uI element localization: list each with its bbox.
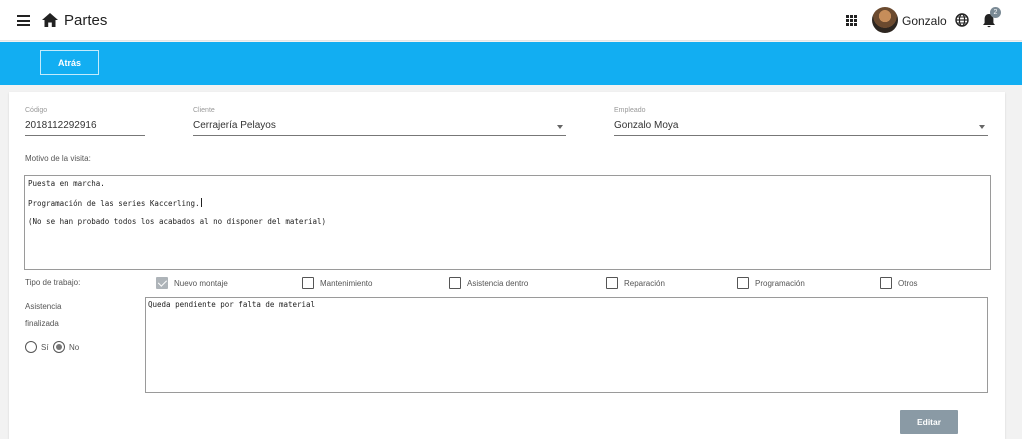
codigo-value: 2018112292916	[25, 120, 97, 131]
cliente-label: Cliente	[193, 107, 215, 114]
motivo-line: Puesta en marcha.	[28, 179, 105, 188]
checkbox-otros[interactable]: Otros	[880, 276, 918, 290]
checkbox-label: Otros	[898, 278, 918, 288]
checkbox-label: Nuevo montaje	[174, 278, 228, 288]
motivo-line: Programación de las series Kaccerling.	[28, 198, 202, 208]
checkbox-box[interactable]	[156, 277, 168, 289]
radio-button[interactable]	[53, 341, 65, 353]
empleado-select[interactable]: Empleado Gonzalo Moya	[614, 107, 988, 136]
user-name[interactable]: Gonzalo	[902, 14, 947, 28]
checkbox-box[interactable]	[880, 277, 892, 289]
top-app-bar: Partes Gonzalo 2	[0, 0, 1022, 41]
checkbox-box[interactable]	[449, 277, 461, 289]
motivo-line: (No se han probado todos los acabados al…	[28, 217, 327, 226]
checkbox-label: Asistencia dentro	[467, 278, 529, 288]
checkbox-reparacion[interactable]: Reparación	[606, 276, 665, 290]
form-card: Código 2018112292916 Cliente Cerrajería …	[9, 92, 1005, 439]
checkbox-label: Programación	[755, 278, 805, 288]
checkbox-mantenimiento[interactable]: Mantenimiento	[302, 276, 372, 290]
home-icon[interactable]	[42, 13, 58, 27]
globe-icon[interactable]	[955, 13, 969, 27]
tipo-trabajo-label: Tipo de trabajo:	[25, 278, 81, 287]
codigo-field[interactable]: Código 2018112292916	[25, 107, 145, 136]
asistencia-notes-text: Queda pendiente por falta de material	[148, 300, 316, 309]
radio-si[interactable]: Sí	[25, 340, 49, 354]
edit-button[interactable]: Editar	[900, 410, 958, 434]
back-button[interactable]: Atrás	[40, 50, 99, 75]
checkbox-box[interactable]	[606, 277, 618, 289]
codigo-label: Código	[25, 107, 48, 114]
checkbox-box[interactable]	[737, 277, 749, 289]
radio-label: No	[69, 342, 80, 352]
cliente-select[interactable]: Cliente Cerrajería Pelayos	[193, 107, 566, 136]
radio-no[interactable]: No	[53, 340, 79, 354]
empleado-value: Gonzalo Moya	[614, 120, 679, 131]
notification-badge: 2	[990, 7, 1001, 18]
radio-button[interactable]	[25, 341, 37, 353]
motivo-textarea[interactable]: Puesta en marcha. Programación de las se…	[24, 175, 991, 270]
text-cursor	[200, 198, 202, 207]
checkbox-programacion[interactable]: Programación	[737, 276, 805, 290]
chevron-down-icon	[557, 125, 563, 129]
avatar[interactable]	[872, 7, 898, 33]
checkbox-box[interactable]	[302, 277, 314, 289]
asistencia-notes-textarea[interactable]: Queda pendiente por falta de material	[145, 297, 988, 393]
action-bar: Atrás	[0, 42, 1022, 85]
empleado-label: Empleado	[614, 107, 646, 114]
checkbox-label: Mantenimiento	[320, 278, 373, 288]
checkbox-label: Reparación	[624, 278, 665, 288]
radio-label: Sí	[41, 342, 49, 352]
motivo-label: Motivo de la visita:	[25, 154, 91, 163]
page-title: Partes	[64, 12, 108, 29]
asistencia-label: Asistencia	[25, 302, 62, 311]
asistencia-label: finalizada	[25, 319, 59, 328]
hamburger-menu-icon[interactable]	[17, 15, 30, 26]
checkbox-nuevo-montaje[interactable]: Nuevo montaje	[156, 276, 228, 290]
chevron-down-icon	[979, 125, 985, 129]
apps-grid-icon[interactable]	[846, 15, 857, 26]
cliente-value: Cerrajería Pelayos	[193, 120, 276, 131]
checkbox-asistencia-dentro[interactable]: Asistencia dentro	[449, 276, 528, 290]
